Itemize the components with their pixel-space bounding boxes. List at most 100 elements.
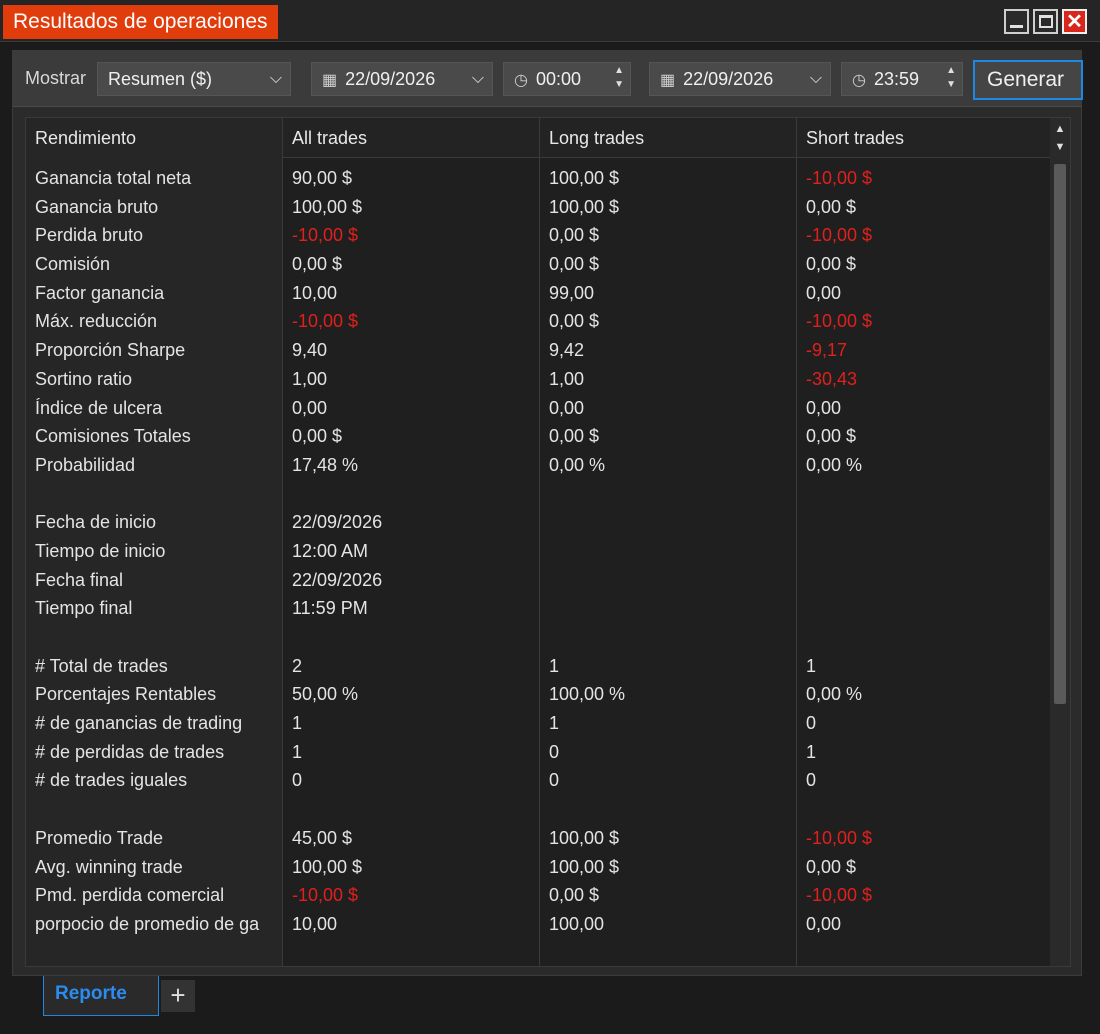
table-row[interactable]: Factor ganancia 10,00 99,00 0,00: [26, 279, 1052, 308]
time-spinner-icon[interactable]: ▲ ▼: [946, 64, 956, 92]
start-time-picker[interactable]: ◷ 00:00 ▲ ▼: [503, 62, 631, 96]
minimize-button[interactable]: [1004, 9, 1029, 34]
table-row[interactable]: Avg. winning trade 100,00 $ 100,00 $ 0,00 $: [26, 853, 1052, 882]
close-button[interactable]: ✕: [1062, 9, 1087, 34]
row-label: Fecha de inicio: [35, 512, 157, 533]
long-trades-value: [540, 508, 797, 537]
generate-button[interactable]: Generar: [973, 60, 1083, 100]
table-row[interactable]: Tiempo de inicio 12:00 AM: [26, 537, 1052, 566]
calendar-icon: ▦: [322, 72, 338, 89]
toolbar: Mostrar Resumen ($) ⌵ ▦ 22/09/2026 ⌵ ◷ 00:…: [13, 51, 1083, 107]
all-trades-value: 2: [292, 655, 303, 676]
long-trades-value: 9,42: [549, 340, 585, 361]
column-header-short-trades[interactable]: Short trades: [797, 118, 1052, 158]
short-trades-value: -10,00 $: [806, 225, 873, 246]
short-trades-value: -10,00 $: [806, 311, 873, 332]
long-trades-value: [540, 566, 797, 595]
window-title: Resultados de operaciones: [3, 5, 278, 39]
table-row[interactable]: Ganancia total neta 90,00 $ 100,00 $ -10,00…: [26, 164, 1052, 193]
table-row[interactable]: Porcentajes Rentables 50,00 % 100,00 % 0,00…: [26, 680, 1052, 709]
table-row[interactable]: Probabilidad 17,48 % 0,00 % 0,00 %: [26, 451, 1052, 480]
scroll-down-icon[interactable]: ▼: [1050, 138, 1070, 156]
calendar-icon: ▦: [660, 72, 676, 89]
table-row[interactable]: Ganancia bruto 100,00 $ 100,00 $ 0,00 $: [26, 193, 1052, 222]
long-trades-value: 0,00 $: [549, 225, 600, 246]
start-date-picker[interactable]: ▦ 22/09/2026 ⌵: [311, 62, 493, 96]
table-row[interactable]: Pmd. perdida comercial -10,00 $ 0,00 $ -10,…: [26, 881, 1052, 910]
end-date-picker[interactable]: ▦ 22/09/2026 ⌵: [649, 62, 831, 96]
row-label: Tiempo de inicio: [35, 540, 166, 561]
row-label: Índice de ulcera: [35, 397, 163, 418]
row-label: Proporción Sharpe: [35, 340, 186, 361]
plus-icon: +: [170, 980, 186, 1010]
all-trades-value: 12:00 AM: [292, 540, 369, 561]
maximize-button[interactable]: [1033, 9, 1058, 34]
table-row[interactable]: # Total de trades 2 1 1: [26, 652, 1052, 681]
end-time-picker[interactable]: ◷ 23:59 ▲ ▼: [841, 62, 963, 96]
short-trades-value: -10,00 $: [806, 827, 873, 848]
row-label: Tiempo final: [35, 598, 133, 619]
view-select[interactable]: Resumen ($) ⌵: [97, 62, 291, 96]
row-label: Comisión: [35, 254, 111, 275]
maximize-icon: [1038, 15, 1053, 28]
short-trades-value: [797, 594, 1052, 623]
table-row[interactable]: Tiempo final 11:59 PM: [26, 594, 1052, 623]
long-trades-value: 100,00 %: [549, 684, 626, 705]
add-tab-button[interactable]: +: [161, 980, 195, 1012]
tab-reporte[interactable]: Reporte: [43, 976, 159, 1016]
table-spacer-row: [26, 480, 1052, 509]
row-label: Promedio Trade: [35, 827, 164, 848]
long-trades-value: 0,00 $: [549, 311, 600, 332]
column-header-all-trades[interactable]: All trades: [283, 118, 540, 158]
table-row[interactable]: Fecha de inicio 22/09/2026: [26, 508, 1052, 537]
long-trades-value: 0,00 $: [549, 426, 600, 447]
scrollbar-thumb[interactable]: [1054, 164, 1066, 704]
row-label: Ganancia bruto: [35, 196, 159, 217]
chevron-down-icon: ⌵: [269, 70, 282, 87]
long-trades-value: 0,00 $: [549, 885, 600, 906]
column-header-long-trades[interactable]: Long trades: [540, 118, 797, 158]
vertical-scrollbar[interactable]: ▲ ▼: [1050, 118, 1070, 966]
column-header-performance[interactable]: Rendimiento: [26, 118, 283, 158]
all-trades-value: 0,00 $: [292, 254, 343, 275]
long-trades-value: 0: [549, 770, 560, 791]
table-row[interactable]: porpocio de promedio de ga 10,00 100,00 0,0…: [26, 910, 1052, 939]
short-trades-value: 0,00: [806, 282, 842, 303]
table-row[interactable]: # de trades iguales 0 0 0: [26, 766, 1052, 795]
short-trades-value: 0,00 %: [806, 684, 863, 705]
short-trades-value: 0: [806, 713, 817, 734]
table-row[interactable]: Comisiones Totales 0,00 $ 0,00 $ 0,00 $: [26, 422, 1052, 451]
table-row[interactable]: # de perdidas de trades 1 0 1: [26, 738, 1052, 767]
time-spinner-icon[interactable]: ▲ ▼: [614, 64, 624, 92]
scroll-up-icon[interactable]: ▲: [1050, 120, 1070, 138]
long-trades-value: 100,00 $: [549, 856, 620, 877]
short-trades-value: 0,00 $: [806, 254, 857, 275]
table-row[interactable]: Sortino ratio 1,00 1,00 -30,43: [26, 365, 1052, 394]
long-trades-value: [540, 537, 797, 566]
table-row[interactable]: # de ganancias de trading 1 1 0: [26, 709, 1052, 738]
all-trades-value: 1: [292, 741, 303, 762]
table-row[interactable]: Máx. reducción -10,00 $ 0,00 $ -10,00 $: [26, 307, 1052, 336]
all-trades-value: -10,00 $: [292, 885, 359, 906]
long-trades-value: [540, 594, 797, 623]
table-row[interactable]: Índice de ulcera 0,00 0,00 0,00: [26, 394, 1052, 423]
row-label: Fecha final: [35, 569, 124, 590]
show-label: Mostrar: [25, 68, 87, 88]
table-row[interactable]: Proporción Sharpe 9,40 9,42 -9,17: [26, 336, 1052, 365]
clock-icon: ◷: [852, 72, 866, 89]
table-spacer-row: [26, 623, 1052, 652]
table-spacer-row: [26, 795, 1052, 824]
table-row[interactable]: Perdida bruto -10,00 $ 0,00 $ -10,00 $: [26, 221, 1052, 250]
row-label: Máx. reducción: [35, 311, 158, 332]
long-trades-value: 1: [549, 655, 560, 676]
all-trades-value: -10,00 $: [292, 225, 359, 246]
all-trades-value: 10,00: [292, 282, 338, 303]
table-row[interactable]: Promedio Trade 45,00 $ 100,00 $ -10,00 $: [26, 824, 1052, 853]
table-row[interactable]: Comisión 0,00 $ 0,00 $ 0,00 $: [26, 250, 1052, 279]
all-trades-value: 11:59 PM: [292, 598, 368, 619]
table-body: Ganancia total neta 90,00 $100,00 $ -10,00…: [26, 164, 1052, 939]
table-row[interactable]: Fecha final 22/09/2026: [26, 566, 1052, 595]
report-panel: Mostrar Resumen ($) ⌵ ▦ 22/09/2026 ⌵ ◷ 00:…: [12, 50, 1083, 976]
short-trades-value: -10,00 $: [806, 885, 873, 906]
row-label: # de trades iguales: [35, 770, 188, 791]
